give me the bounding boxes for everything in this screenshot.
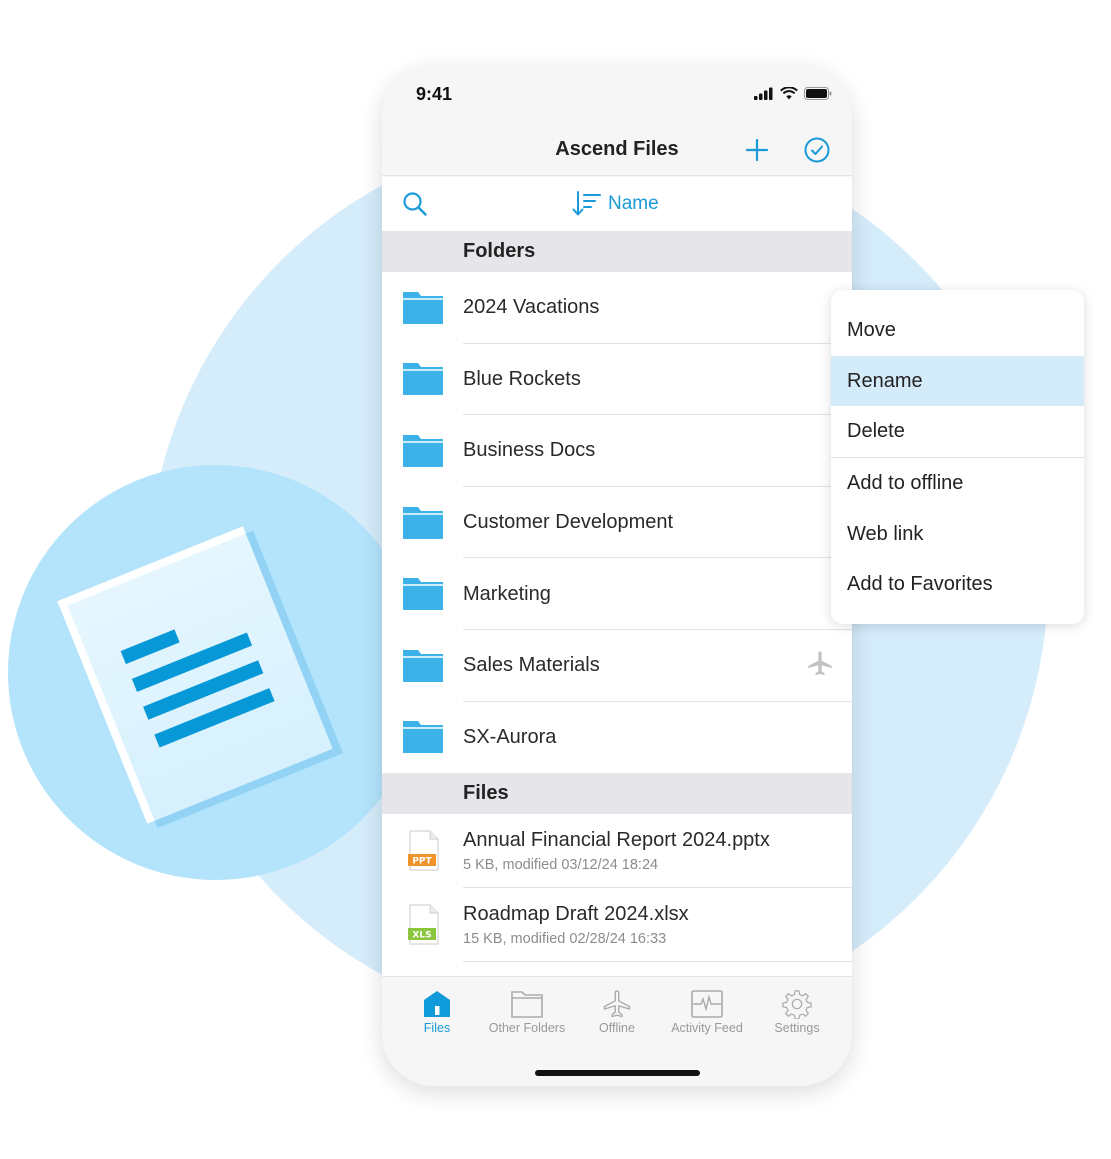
folder-row[interactable]: Customer Development [382,487,852,559]
folder-icon [402,506,443,539]
context-menu: Move Rename Delete Add to offline Web li… [831,290,1084,624]
folder-row[interactable]: 2024 Vacations [382,272,852,344]
file-meta: 15 KB, modified 02/28/24 16:33 [463,931,667,947]
gear-icon [782,990,812,1019]
airplane-icon [603,990,631,1018]
phone-screen: 9:41 Ascend Files Name Folders 2024 Vaca… [382,66,852,1086]
folder-icon [402,363,443,396]
sort-button[interactable]: Name [572,190,659,218]
add-button[interactable] [741,134,773,166]
navigation-bar: Ascend Files [382,126,852,176]
folder-icon [402,578,443,611]
sort-label: Name [608,193,659,214]
activity-icon [691,990,723,1018]
list-toolbar: Name [382,177,852,231]
folder-row[interactable]: SX-Aurora [382,702,852,774]
folder-name: Marketing [463,582,551,605]
folder-name: Sales Materials [463,654,600,677]
folder-list: 2024 Vacations Blue Rockets Business Doc… [382,272,852,774]
folder-name: SX-Aurora [463,725,557,748]
menu-item-add-to-favorites[interactable]: Add to Favorites [831,559,1084,610]
folder-row[interactable]: Sales Materials [382,630,852,702]
folder-icon [402,291,443,324]
svg-text:XLS: XLS [412,931,431,941]
ppt-file-icon: PPT [407,830,439,871]
folder-icon [402,649,443,682]
xls-file-icon: XLS [407,904,439,945]
home-indicator[interactable] [535,1070,700,1076]
airplane-icon [808,651,832,675]
folder-name: Blue Rockets [463,367,581,390]
checkmark-circle-icon [804,137,830,163]
folder-row[interactable]: Business Docs [382,415,852,487]
search-icon [403,192,427,216]
sort-descending-icon [572,191,601,216]
menu-item-move[interactable]: Move [831,305,1084,356]
plus-icon [745,138,769,162]
status-bar: 9:41 [382,66,852,126]
file-name: Roadmap Draft 2024.xlsx [463,903,689,925]
signal-icon [754,87,773,100]
folder-icon [402,434,443,467]
folder-name: 2024 Vacations [463,296,600,319]
folder-name: Business Docs [463,439,596,462]
folder-row[interactable]: Blue Rockets [382,344,852,416]
svg-text:PPT: PPT [412,857,432,867]
section-header-folders: Folders [382,231,852,272]
home-icon [424,991,450,1017]
status-time: 9:41 [416,84,453,104]
menu-item-rename[interactable]: Rename [831,355,1084,407]
folder-row[interactable]: Marketing [382,558,852,630]
folder-outline-icon [511,991,543,1018]
folder-name: Customer Development [463,511,674,534]
wifi-icon [780,87,798,100]
tab-settings[interactable]: Settings [752,977,842,1086]
menu-item-web-link[interactable]: Web link [831,509,1084,560]
battery-icon [804,87,832,100]
file-row[interactable]: PPT Annual Financial Report 2024.pptx 5 … [382,814,852,888]
section-header-files: Files [382,773,852,814]
file-meta: 5 KB, modified 03/12/24 18:24 [463,857,659,873]
tab-files[interactable]: Files [392,977,482,1086]
folder-icon [402,721,443,754]
menu-item-delete[interactable]: Delete [831,406,1084,457]
file-list: PPT Annual Financial Report 2024.pptx 5 … [382,814,852,976]
offline-indicator [806,649,834,682]
search-button[interactable] [402,191,428,222]
page-title: Ascend Files [555,138,679,160]
menu-item-add-to-offline[interactable]: Add to offline [831,458,1084,509]
select-button[interactable] [801,134,833,166]
file-name: Annual Financial Report 2024.pptx [463,829,770,851]
file-row[interactable]: XLS Roadmap Draft 2024.xlsx 15 KB, modif… [382,888,852,962]
